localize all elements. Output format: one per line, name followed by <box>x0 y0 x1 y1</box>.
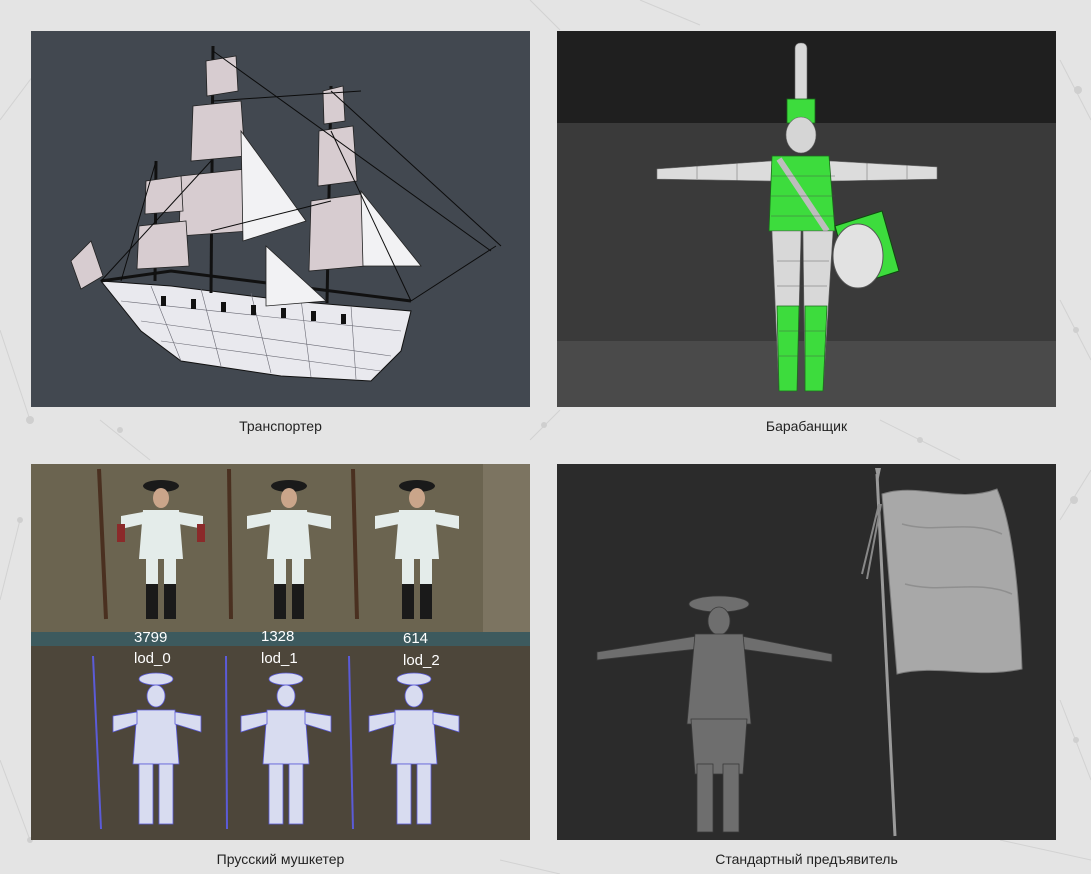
lod-0-count: 3799 <box>134 629 168 646</box>
lod-2-count: 614 <box>403 630 429 647</box>
caption-musketeer: Прусский мушкетер <box>216 851 345 867</box>
drummer-wireframe-image[interactable] <box>557 31 1056 407</box>
ship-wireframe-image[interactable] <box>31 31 530 407</box>
lod-2-name: lod_2 <box>403 652 440 669</box>
lod-0-name: lod_0 <box>134 650 171 667</box>
caption-drummer: Барабанщик <box>765 418 848 434</box>
musketeer-lods-image[interactable]: 3799 lod_0 1328 lod_1 614 lod_2 <box>31 464 530 840</box>
standard-bearer-render <box>557 464 1056 840</box>
drummer-wireframe-render <box>557 31 1056 407</box>
caption-ship: Транспортер <box>239 418 322 434</box>
ship-wireframe-render <box>31 31 530 407</box>
lod-1-count: 1328 <box>261 628 295 645</box>
caption-standard-bearer: Стандартный предъявитель <box>715 851 898 867</box>
standard-bearer-image[interactable] <box>557 464 1056 840</box>
lod-1-name: lod_1 <box>261 650 298 667</box>
